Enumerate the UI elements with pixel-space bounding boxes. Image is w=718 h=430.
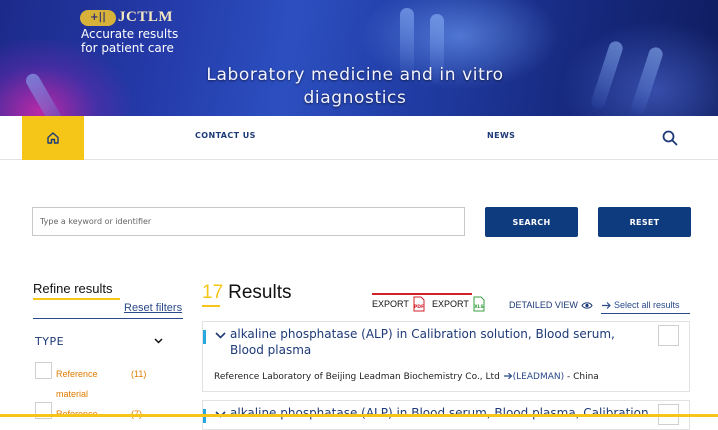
arrow-right-icon — [503, 372, 513, 380]
results-underline — [202, 305, 220, 307]
svg-text:XLS: XLS — [474, 304, 484, 310]
results-count: 17 Results — [202, 282, 292, 304]
export-xls-button[interactable]: EXPORT XLS — [432, 293, 486, 312]
reset-button[interactable]: RESET — [598, 207, 691, 237]
hero-title: Laboratory medicine and in vitro diagnos… — [0, 64, 710, 110]
pdf-file-icon: PDF — [413, 296, 425, 312]
card-accent — [203, 330, 206, 344]
chevron-down-icon[interactable] — [214, 329, 227, 342]
detailed-view-label: DETAILED VIEW — [509, 300, 578, 310]
lab-acronym-link[interactable]: (LEADMAN) — [513, 372, 564, 382]
hero-title-line-1: Laboratory medicine and in vitro — [206, 65, 504, 85]
lab-country: - China — [567, 372, 599, 382]
results-number: 17 — [202, 282, 224, 303]
search-button[interactable]: SEARCH — [485, 207, 578, 237]
result-checkbox[interactable] — [658, 325, 679, 346]
search-input[interactable] — [32, 207, 465, 236]
heading-underline — [33, 298, 120, 300]
sidebar-divider — [33, 318, 183, 319]
xls-file-icon: XLS — [473, 296, 485, 312]
lab-name: Reference Laboratory of Beijing Leadman … — [214, 372, 500, 382]
eye-icon — [581, 301, 593, 309]
hero-title-line-2: diagnostics — [303, 88, 407, 108]
site-tagline: Accurate results for patient care — [81, 27, 178, 55]
nav-home-button[interactable] — [22, 116, 84, 160]
facet-checkbox[interactable] — [35, 362, 52, 379]
result-laboratory: Reference Laboratory of Beijing Leadman … — [214, 372, 684, 382]
nav-news-link[interactable]: NEWS — [487, 131, 515, 140]
search-icon[interactable] — [661, 129, 679, 147]
type-facet-heading[interactable]: TYPE — [35, 335, 64, 348]
export-pdf-button[interactable]: EXPORT PDF — [372, 293, 432, 312]
results-word: Results — [228, 282, 292, 303]
select-all-link[interactable]: Select all results — [601, 300, 680, 310]
logo-text: JCTLM — [118, 9, 173, 25]
detailed-view-toggle[interactable]: DETAILED VIEW — [509, 300, 593, 310]
nav-contact-link[interactable]: CONTACT US — [195, 131, 256, 140]
tagline-line-1: Accurate results — [81, 27, 179, 41]
refine-results-heading: Refine results — [33, 281, 113, 296]
result-title[interactable]: alkaline phosphatase (ALP) in Calibratio… — [230, 326, 650, 358]
result-title[interactable]: alkaline phosphatase (ALP) in Blood seru… — [230, 405, 650, 421]
select-all-underline — [601, 313, 690, 314]
tagline-line-2: for patient care — [81, 41, 174, 55]
logo-badge: +|| — [80, 9, 116, 26]
home-icon — [47, 132, 59, 144]
result-card[interactable]: alkaline phosphatase (ALP) in Calibratio… — [202, 321, 690, 392]
main-nav: CONTACT US NEWS — [0, 116, 718, 160]
arrow-right-icon — [602, 301, 611, 309]
export-pdf-label: EXPORT — [372, 299, 409, 309]
select-all-label: Select all results — [614, 300, 680, 310]
facet-label[interactable]: Reference material — [56, 364, 136, 404]
svg-text:PDF: PDF — [414, 304, 424, 310]
chevron-down-icon[interactable] — [153, 335, 164, 346]
export-xls-label: EXPORT — [432, 299, 469, 309]
site-logo[interactable]: +|| JCTLM — [80, 9, 173, 26]
facet-count: (11) — [131, 369, 147, 379]
reset-filters-link[interactable]: Reset filters — [124, 302, 182, 314]
